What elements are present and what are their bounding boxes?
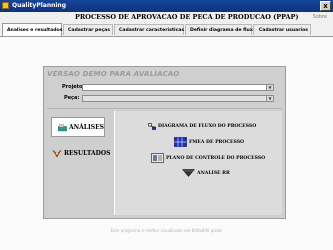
projeto-select[interactable]: ▼ bbox=[82, 84, 274, 91]
close-button[interactable]: x bbox=[320, 1, 331, 11]
tab-label: Cadastrar peças bbox=[68, 27, 110, 33]
tab-label: Cadastrar caracteristicas bbox=[119, 27, 185, 33]
tab-label: Definir diagrama de fluxo bbox=[190, 27, 256, 33]
about-link[interactable]: Sobre bbox=[313, 14, 327, 20]
app-logo-icon bbox=[2, 2, 9, 9]
tab-cadastrar-pecas[interactable]: Cadastrar peças bbox=[63, 24, 113, 35]
menu-label: PLANO DE CONTROLE DO PROCESSO bbox=[166, 155, 266, 161]
peca-label: Peça: bbox=[64, 95, 80, 101]
tab-cadastrar-usuarios[interactable]: Cadastrar usuarios bbox=[253, 24, 311, 35]
rr-analysis-icon bbox=[182, 169, 195, 177]
resultados-label: RESULTADOS bbox=[64, 150, 111, 157]
tab-label: Cadastrar usuarios bbox=[258, 27, 308, 33]
header: PROCESSO DE APROVACAO DE PECA DE PRODUCA… bbox=[0, 12, 333, 23]
users-icon bbox=[256, 29, 257, 31]
analises-button[interactable]: ANÁLISES bbox=[51, 117, 105, 137]
peca-select[interactable]: ▼ bbox=[82, 95, 274, 102]
menu-analise-rr[interactable]: ANALISE RR bbox=[182, 169, 230, 177]
tab-cadastrar-caracteristicas[interactable]: Cadastrar caracteristicas bbox=[114, 24, 184, 35]
menu-fmea[interactable]: FMEA DE PROCESSO bbox=[174, 137, 244, 147]
menu-label: DIAGRAMA DE FLUXO DO PROCESSO bbox=[158, 124, 257, 129]
tab-label: Analises e resultados bbox=[7, 27, 63, 33]
window-title: QualityPlanning bbox=[12, 2, 66, 9]
menu-plano-controle[interactable]: PLANO DE CONTROLE DO PROCESSO bbox=[151, 153, 265, 163]
analysis-icon bbox=[58, 123, 67, 131]
chevron-down-icon[interactable]: ▼ bbox=[266, 96, 273, 101]
app-window: QualityPlanning x PROCESSO DE APROVACAO … bbox=[0, 0, 333, 250]
menu-label: FMEA DE PROCESSO bbox=[189, 139, 245, 145]
results-icon bbox=[52, 149, 62, 158]
page-title: PROCESSO DE APROVACAO DE PECA DE PRODUCA… bbox=[75, 13, 299, 21]
analysis-menu-area: DIAGRAMA DE FLUXO DO PROCESSO FMEA DE PR… bbox=[114, 111, 282, 215]
divider bbox=[47, 108, 282, 109]
title-bar: QualityPlanning x bbox=[0, 0, 333, 12]
menu-diagrama-fluxo[interactable]: DIAGRAMA DE FLUXO DO PROCESSO bbox=[148, 123, 256, 130]
flow-diagram-icon bbox=[148, 123, 156, 130]
analises-label: ANÁLISES bbox=[68, 123, 104, 131]
chevron-down-icon[interactable]: ▼ bbox=[266, 85, 273, 90]
control-plan-icon bbox=[151, 153, 164, 163]
panel-heading: VERSAO DEMO PARA AVALIACAO bbox=[47, 70, 180, 78]
tab-definir-diagrama[interactable]: Definir diagrama de fluxo bbox=[185, 24, 256, 35]
menu-label: ANALISE RR bbox=[197, 170, 230, 176]
fmea-icon bbox=[174, 137, 187, 147]
demo-panel: VERSAO DEMO PARA AVALIACAO Projeto: ▼ Pe… bbox=[43, 66, 286, 219]
resultados-link[interactable]: RESULTADOS bbox=[52, 149, 110, 158]
tab-bar: Analises e resultados Cadastrar peças Ca… bbox=[0, 23, 333, 36]
footer-note: Este programa e melhor visualizado em 80… bbox=[110, 228, 223, 233]
tab-analises[interactable]: Analises e resultados bbox=[2, 23, 62, 36]
